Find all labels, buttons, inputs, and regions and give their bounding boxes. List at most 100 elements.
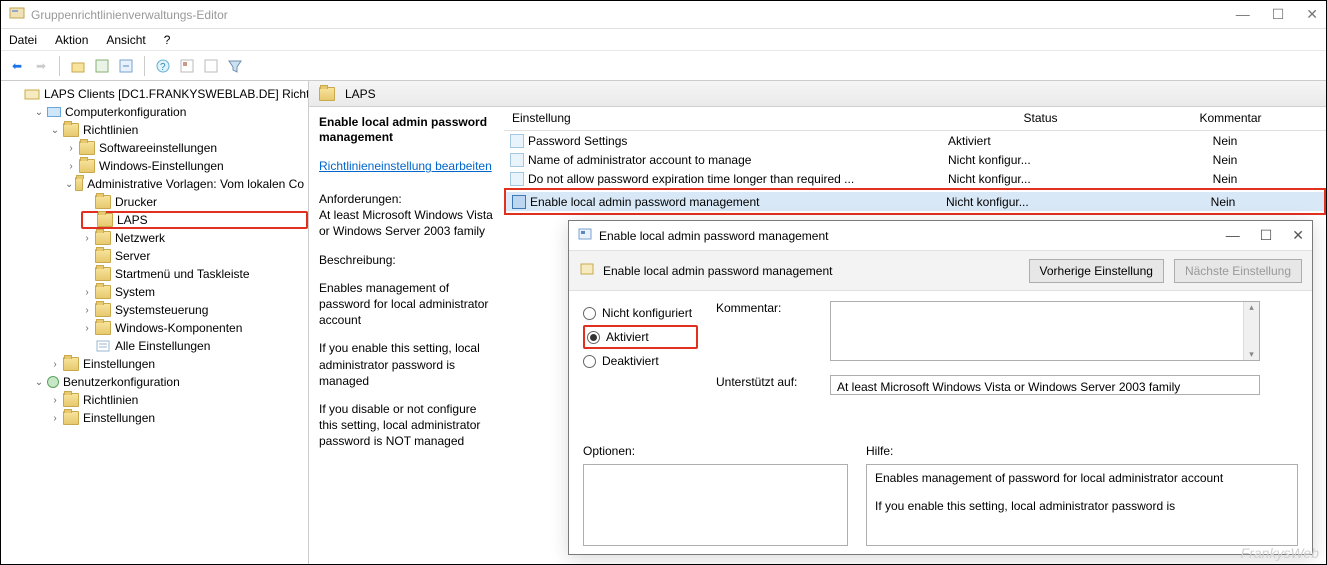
folder-icon [63, 357, 79, 371]
edit-policy-link[interactable]: Richtlinieneinstellung bearbeiten [319, 159, 492, 173]
cell: Aktiviert [940, 134, 1130, 148]
tree-settings[interactable]: ›Einstellungen [49, 355, 308, 373]
dialog-maximize-button[interactable]: ☐ [1260, 227, 1273, 244]
back-button[interactable]: ⬅ [7, 56, 27, 76]
list-row[interactable]: Password Settings Aktiviert Nein [504, 131, 1326, 150]
req-label: Anforderungen: [319, 191, 494, 207]
label: Softwareeinstellungen [99, 141, 217, 155]
radio-enabled[interactable]: Aktiviert [583, 325, 698, 349]
help-button[interactable]: ? [153, 56, 173, 76]
tree-startmenu[interactable]: ›Startmenü und Taskleiste [81, 265, 308, 283]
tree-windows-settings[interactable]: ›Windows-Einstellungen [65, 157, 308, 175]
close-button[interactable]: ✕ [1306, 6, 1318, 23]
folder-icon [95, 267, 111, 281]
menu-help[interactable]: ? [164, 33, 171, 47]
minimize-button[interactable]: ― [1236, 6, 1250, 23]
folder-icon [95, 303, 111, 317]
tree-network[interactable]: ›Netzwerk [81, 229, 308, 247]
tree-root[interactable]: ▾LAPS Clients [DC1.FRANKYSWEBLAB.DE] Ric… [17, 85, 308, 103]
tree-system[interactable]: ›System [81, 283, 308, 301]
folder-icon [95, 195, 111, 209]
tree-controlpanel[interactable]: ›Systemsteuerung [81, 301, 308, 319]
highlight-row: Enable local admin password management N… [504, 188, 1326, 215]
help-box: Enables management of password for local… [866, 464, 1298, 546]
filter-button[interactable] [225, 56, 245, 76]
folder-icon [95, 249, 111, 263]
comment-textbox[interactable]: ▴▾ [830, 301, 1260, 361]
tool-button-3[interactable] [177, 56, 197, 76]
menu-action[interactable]: Aktion [55, 33, 88, 47]
tree-user-policies[interactable]: ›Richtlinien [49, 391, 308, 409]
help-text-2: If you enable this setting, local admini… [875, 499, 1289, 513]
req-text: At least Microsoft Windows Vista or Wind… [319, 207, 494, 239]
dialog-window-controls: ― ☐ ✕ [1226, 227, 1304, 244]
menu-file[interactable]: Datei [9, 33, 37, 47]
supported-label: Unterstützt auf: [716, 375, 816, 389]
cell: Nein [1128, 195, 1318, 209]
list-row-selected[interactable]: Enable local admin password management N… [506, 192, 1324, 211]
maximize-button[interactable]: ☐ [1272, 6, 1285, 23]
tree-server[interactable]: ›Server [81, 247, 308, 265]
list-row[interactable]: Do not allow password expiration time lo… [504, 169, 1326, 188]
prev-setting-button[interactable]: Vorherige Einstellung [1029, 259, 1164, 283]
label: Computerkonfiguration [65, 105, 186, 119]
cell: Nicht konfigur... [938, 195, 1128, 209]
label: Nicht konfiguriert [602, 306, 692, 320]
cell: Nein [1130, 172, 1320, 186]
list-row[interactable]: Name of administrator account to manage … [504, 150, 1326, 169]
cell: Nein [1130, 134, 1320, 148]
comment-label: Kommentar: [716, 301, 816, 315]
up-button[interactable] [68, 56, 88, 76]
radio-not-configured[interactable]: Nicht konfiguriert [583, 301, 698, 325]
setting-icon [510, 172, 524, 186]
col-status[interactable]: Status [946, 107, 1136, 130]
desc-p1: Enables management of password for local… [319, 280, 494, 329]
radio-icon [583, 307, 596, 320]
options-box[interactable] [583, 464, 848, 546]
label: Netzwerk [115, 231, 165, 245]
separator [59, 56, 60, 76]
menu-view[interactable]: Ansicht [106, 33, 145, 47]
cell: Password Settings [528, 134, 627, 148]
options-label: Optionen: [583, 444, 848, 458]
radio-disabled[interactable]: Deaktiviert [583, 349, 698, 373]
dialog-close-button[interactable]: ✕ [1292, 227, 1304, 244]
folder-icon [75, 177, 83, 191]
tree-all-settings[interactable]: ›Alle Einstellungen [81, 337, 308, 355]
content-header: LAPS [309, 81, 1326, 107]
label: Richtlinien [83, 123, 138, 137]
tool-button-4[interactable] [201, 56, 221, 76]
label: Alle Einstellungen [115, 339, 210, 353]
radio-icon [587, 331, 600, 344]
folder-icon [319, 87, 335, 101]
dialog-minimize-button[interactable]: ― [1226, 227, 1240, 244]
tree-laps[interactable]: ›LAPS [81, 211, 308, 229]
tree-windows-components[interactable]: ›Windows-Komponenten [81, 319, 308, 337]
tree-user-settings[interactable]: ›Einstellungen [49, 409, 308, 427]
tree-software[interactable]: ›Softwareeinstellungen [65, 139, 308, 157]
tool-button-2[interactable] [116, 56, 136, 76]
col-setting[interactable]: Einstellung [504, 107, 946, 130]
dialog-titlebar: Enable local admin password management ―… [569, 221, 1312, 251]
folder-icon [63, 123, 79, 137]
folder-icon [79, 141, 95, 155]
tree-admin-templates[interactable]: ⌄Administrative Vorlagen: Vom lokalen Co [65, 175, 308, 193]
dialog-subtitle: Enable local admin password management [603, 264, 832, 278]
col-comment[interactable]: Kommentar [1136, 107, 1326, 130]
label: Administrative Vorlagen: Vom lokalen Co [87, 177, 304, 191]
label: LAPS [117, 213, 148, 227]
tree-user-config[interactable]: ⌄Benutzerkonfiguration [33, 373, 308, 391]
label: Server [115, 249, 150, 263]
scrollbar[interactable]: ▴▾ [1243, 302, 1259, 360]
dialog-subbar: Enable local admin password management V… [569, 251, 1312, 291]
tree-printer[interactable]: ›Drucker [81, 193, 308, 211]
dialog-icon [577, 226, 593, 245]
tree-policies[interactable]: ⌄Richtlinien [49, 121, 308, 139]
label: Richtlinien [83, 393, 138, 407]
tool-button-1[interactable] [92, 56, 112, 76]
dialog-body: Nicht konfiguriert Aktiviert Deaktiviert… [569, 291, 1312, 438]
tree-computer-config[interactable]: ⌄Computerkonfiguration [33, 103, 308, 121]
folder-icon [97, 213, 113, 227]
desc-label: Beschreibung: [319, 252, 494, 268]
label: Aktiviert [606, 330, 649, 344]
